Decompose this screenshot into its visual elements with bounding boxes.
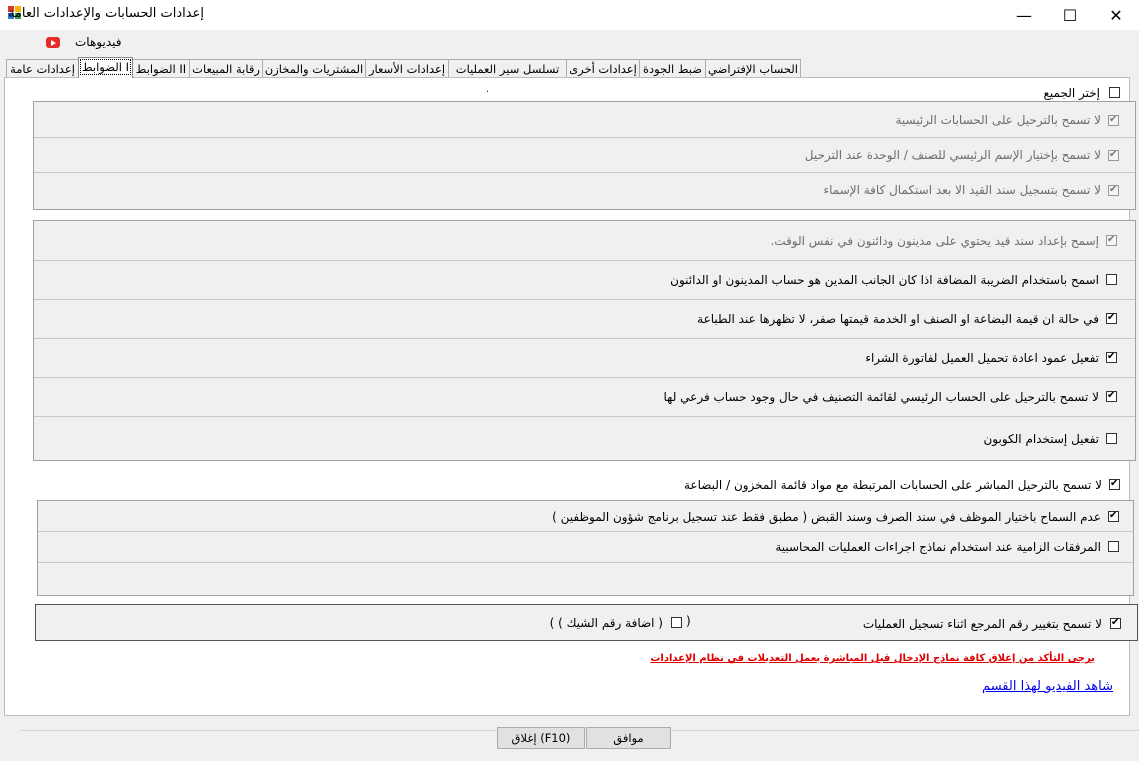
group2-row: [34, 417, 1135, 460]
no-main-item-name-checkbox[interactable]: [1108, 148, 1119, 162]
maximize-button[interactable]: ☐: [1047, 0, 1093, 30]
no-reference-change-label: لا تسمح بتغيير رقم المرجع اثناء تسجيل ال…: [862, 617, 1102, 631]
close-icon: ✕: [1109, 5, 1123, 25]
no-posting-main-category-checkbox[interactable]: [1106, 389, 1117, 403]
dot-mark: .: [486, 84, 490, 95]
select-all-label: إختر الجميع: [1043, 86, 1101, 100]
hide-zero-value-print-label: في حالة ان قيمة البضاعة او الصنف او الخد…: [697, 312, 1099, 326]
hide-zero-value-print-checkbox[interactable]: [1106, 311, 1117, 325]
attachments-required-checkbox[interactable]: [1108, 541, 1119, 552]
no-main-item-name-label: لا تسمح بإختيار الإسم الرئيسي للصنف / ال…: [804, 148, 1101, 162]
no-employee-selection-checkbox[interactable]: [1108, 509, 1119, 523]
journal-names-required-label: لا تسمح بتسجيل سند القيد الا بعد استكمال…: [823, 183, 1101, 197]
no-posting-main-accounts-checkbox[interactable]: [1108, 113, 1119, 127]
enable-coupon-checkbox[interactable]: [1106, 433, 1117, 444]
minimize-icon: —: [1016, 5, 1032, 25]
add-check-number-label: ( اضافة رقم الشيك ) ): [549, 616, 663, 630]
ok-button[interactable]: موافق: [586, 727, 671, 749]
no-employee-selection-label: عدم السماح باختيار الموظف في سند الصرف و…: [552, 510, 1101, 524]
tab-general-settings[interactable]: إعدادات عامة: [6, 59, 79, 77]
debit-credit-journal-label: إسمح بإعداد سند قيد يحتوي على مدينون ودا…: [770, 234, 1099, 248]
watch-video-link[interactable]: شاهد الفيديو لهذا القسم: [982, 679, 1113, 694]
no-direct-posting-inventory-label: لا تسمح بالترحيل المباشر على الحسابات ال…: [684, 478, 1102, 492]
window-title: إعدادات الحسابات والإعدادات العامة: [7, 6, 204, 21]
attachments-required-label: المرفقات الزامية عند استخدام نماذج اجراء…: [775, 540, 1101, 554]
maximize-icon: ☐: [1062, 5, 1078, 25]
tab-sales-control[interactable]: رقابة المبيعات: [189, 59, 263, 77]
tab-controls-2[interactable]: الضوابط II: [132, 59, 190, 77]
debit-credit-journal-checkbox[interactable]: [1106, 233, 1117, 247]
close-f10-button[interactable]: إغلاق (F10): [497, 727, 585, 749]
customer-reload-column-checkbox[interactable]: [1106, 350, 1117, 364]
open-paren: (: [686, 614, 691, 628]
toolbar: [0, 30, 1139, 56]
no-posting-main-category-label: لا تسمح بالترحيل على الحساب الرئيسي لقائ…: [663, 390, 1100, 404]
warning-text: يرجى التأكد من إغلاق كافة نماذج الإدخال …: [650, 653, 1095, 664]
tab-default-account[interactable]: الحساب الإفتراضي: [705, 59, 801, 77]
customer-reload-column-label: تفعيل عمود اعادة تحميل العميل لفاتورة ال…: [865, 351, 1099, 365]
minimize-button[interactable]: —: [1001, 0, 1047, 30]
tab-purchases-stores[interactable]: المشتريات والمخازن: [262, 59, 366, 77]
vat-debtors-creditors-checkbox[interactable]: [1106, 274, 1117, 285]
tab-other-settings[interactable]: إعدادات أخرى: [566, 59, 640, 77]
close-button[interactable]: ✕: [1093, 0, 1139, 30]
journal-names-required-checkbox[interactable]: [1108, 183, 1119, 197]
no-direct-posting-inventory-checkbox[interactable]: [1109, 477, 1120, 491]
no-posting-main-accounts-label: لا تسمح بالترحيل على الحسابات الرئيسية: [895, 113, 1101, 127]
tab-workflow-sequence[interactable]: تسلسل سير العمليات: [448, 59, 567, 77]
select-all-checkbox[interactable]: [1109, 87, 1120, 98]
tab-quality-control[interactable]: ضبط الجودة: [639, 59, 706, 77]
no-reference-change-checkbox[interactable]: [1110, 616, 1121, 630]
tab-controls-1[interactable]: الضوابط I: [78, 57, 133, 78]
youtube-icon[interactable]: [46, 37, 60, 48]
enable-coupon-label: تفعيل إستخدام الكوبون: [983, 432, 1099, 446]
videos-button[interactable]: فيديوهات: [75, 35, 121, 49]
add-check-number-checkbox[interactable]: [671, 617, 682, 628]
vat-debtors-creditors-label: اسمح باستخدام الضريبة المضافة اذا كان ال…: [670, 273, 1099, 287]
tab-price-settings[interactable]: إعدادات الأسعار: [365, 59, 449, 77]
